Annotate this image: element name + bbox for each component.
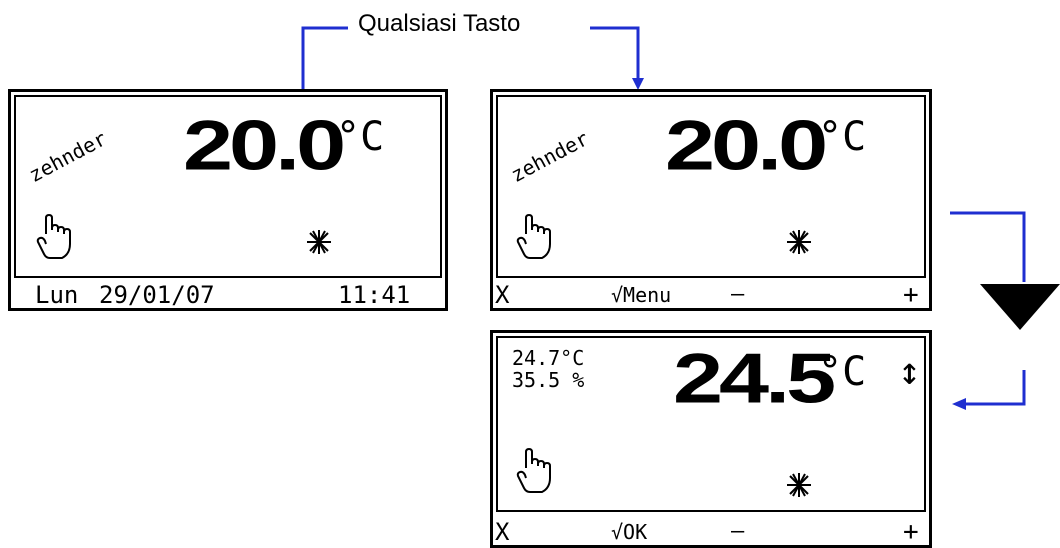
- temperature-unit: °C: [818, 114, 867, 160]
- connector-line-left: [301, 26, 348, 89]
- brand-zehnder-logo: zehnder: [24, 126, 111, 187]
- temperature-value: 20.0: [183, 107, 346, 186]
- cancel-key[interactable]: X: [495, 282, 509, 308]
- display-screen-idle: zehnder 20.0 °C Lun 29/01/07 11:41: [8, 89, 448, 311]
- footer-day: Lun: [35, 281, 79, 309]
- fan-icon: [307, 230, 331, 254]
- plus-key[interactable]: +: [903, 519, 919, 545]
- connector-line-right: [590, 26, 640, 80]
- softkey-bar: X √OK — +: [493, 517, 929, 545]
- cancel-key[interactable]: X: [495, 519, 509, 545]
- connector-line-side-bottom: [965, 370, 1026, 406]
- ok-key[interactable]: √OK: [611, 519, 647, 545]
- display-area: zehnder 20.0 °C: [14, 95, 442, 278]
- footer-time: 11:41: [338, 281, 411, 309]
- fan-icon: [787, 473, 811, 497]
- temperature-unit: °C: [336, 114, 385, 160]
- big-down-triangle: [980, 284, 1060, 330]
- menu-key[interactable]: √Menu: [611, 282, 671, 308]
- connector-line-side-top: [950, 211, 1026, 282]
- display-area: 24.7°C 35.5 % 24.5 °C ↕: [496, 336, 926, 512]
- hand-icon: [36, 214, 71, 259]
- brand-zehnder-logo: zehnder: [506, 126, 593, 187]
- humidity-reading: 35.5 %: [512, 368, 585, 392]
- plus-key[interactable]: +: [903, 282, 919, 308]
- status-footer: Lun 29/01/07 11:41: [11, 280, 445, 308]
- display-screen-setpoint: 24.7°C 35.5 % 24.5 °C ↕ X √OK — +: [490, 330, 932, 548]
- display-screen-menu: zehnder 20.0 °C X √Menu — +: [490, 89, 932, 311]
- display-area: zehnder 20.0 °C: [496, 95, 926, 278]
- temperature-value: 20.0: [665, 107, 828, 186]
- temperature-unit: °C: [818, 349, 867, 395]
- minus-key[interactable]: —: [731, 282, 744, 308]
- footer-date: 29/01/07: [99, 281, 215, 309]
- hand-icon: [516, 448, 551, 493]
- measured-temperature: 24.7°C: [512, 346, 585, 370]
- caption-any-key: Qualsiasi Tasto: [358, 10, 521, 37]
- minus-key[interactable]: —: [731, 519, 744, 545]
- softkey-bar: X √Menu — +: [493, 280, 929, 308]
- up-down-arrow-icon: ↕: [898, 349, 921, 393]
- setpoint-temperature: 24.5: [673, 340, 836, 419]
- arrowhead-left-small: [952, 398, 966, 410]
- hand-icon: [516, 214, 551, 259]
- fan-icon: [787, 230, 811, 254]
